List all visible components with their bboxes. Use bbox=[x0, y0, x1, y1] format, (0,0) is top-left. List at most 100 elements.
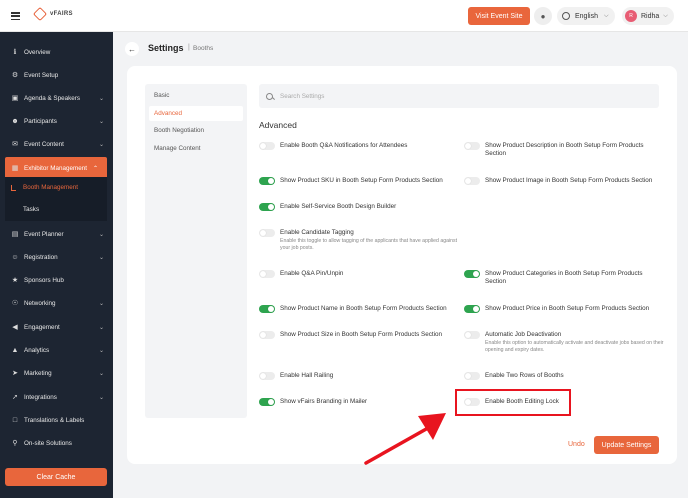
toggle-switch[interactable] bbox=[259, 331, 275, 339]
annotation-highlight-box bbox=[455, 389, 571, 416]
sidebar-item-registration[interactable]: ☺ Registration ⌄ bbox=[0, 246, 113, 268]
setting-label: Enable Hall Railing bbox=[280, 372, 334, 379]
language-label: English bbox=[575, 12, 598, 20]
tab-manage-content[interactable]: Manage Content bbox=[154, 145, 201, 152]
sidebar-item-event-content[interactable]: ✉ Event Content ⌄ bbox=[0, 133, 113, 155]
sidebar-item-integrations[interactable]: ➚ Integrations ⌄ bbox=[0, 386, 113, 408]
toggle-switch[interactable] bbox=[464, 270, 480, 278]
search-input[interactable] bbox=[280, 92, 580, 100]
user-menu[interactable]: R Ridha ⌵ bbox=[622, 7, 674, 25]
setting-label: Show Product Categories in Booth Setup F… bbox=[485, 270, 643, 286]
toggle-switch[interactable] bbox=[259, 398, 275, 406]
breadcrumb: Booths bbox=[193, 45, 214, 52]
sidebar-item-analytics[interactable]: ▲ Analytics ⌄ bbox=[0, 339, 113, 361]
setting-description: Enable this option to automatically acti… bbox=[485, 340, 664, 353]
page-title: Settings bbox=[148, 43, 184, 53]
sidebar-item-overview[interactable]: ℹ Overview bbox=[0, 41, 113, 63]
setting-label: Enable Booth Q&A Notifications for Atten… bbox=[280, 142, 408, 149]
tab-advanced[interactable]: Advanced bbox=[149, 106, 243, 121]
user-name: Ridha bbox=[641, 12, 660, 20]
language-selector[interactable]: English ⌵ bbox=[557, 7, 615, 25]
back-arrow-icon[interactable]: ← bbox=[125, 42, 139, 56]
sidebar: ℹ Overview ⚙ Event Setup ▣ Agenda & Spea… bbox=[0, 32, 113, 498]
sidebar-item-engagement[interactable]: ◀ Engagement ⌄ bbox=[0, 316, 113, 338]
sidebar-item-sponsors-hub[interactable]: ★ Sponsors Hub bbox=[0, 269, 113, 291]
setting-label: Enable Candidate Tagging bbox=[280, 229, 354, 236]
sidebar-item-label: Agenda & Speakers bbox=[24, 94, 81, 102]
logo-mark-icon bbox=[32, 6, 48, 22]
tab-booth-negotiation[interactable]: Booth Negotiation bbox=[154, 127, 204, 134]
planner-icon: ▤ bbox=[11, 231, 19, 238]
sidebar-item-event-planner[interactable]: ▤ Event Planner ⌄ bbox=[0, 223, 113, 245]
sidebar-item-label: Event Content bbox=[24, 140, 64, 148]
sidebar-item-label: Registration bbox=[24, 253, 58, 261]
chevron-down-icon: ⌄ bbox=[98, 370, 104, 377]
toggle-switch[interactable] bbox=[259, 305, 275, 313]
toggle-switch[interactable] bbox=[259, 177, 275, 185]
clear-cache-button[interactable]: Clear Cache bbox=[5, 468, 107, 486]
sidebar-item-label: Translations & Labels bbox=[24, 416, 85, 424]
sidebar-item-label: Integrations bbox=[24, 393, 57, 401]
toggle-switch[interactable] bbox=[464, 177, 480, 185]
chevron-down-icon: ⌄ bbox=[98, 347, 104, 354]
toggle-switch[interactable] bbox=[259, 142, 275, 150]
sidebar-item-networking[interactable]: ☉ Networking ⌄ bbox=[0, 292, 113, 314]
chevron-down-icon: ⌄ bbox=[98, 141, 104, 148]
sidebar-item-onsite-solutions[interactable]: ⚲ On-site Solutions bbox=[0, 432, 113, 454]
sidebar-item-label: Overview bbox=[24, 48, 51, 56]
setting-label: Enable Q&A Pin/Unpin bbox=[280, 270, 344, 277]
hamburger-menu-icon[interactable] bbox=[11, 12, 20, 21]
toggle-switch[interactable] bbox=[259, 229, 275, 237]
sponsors-icon: ★ bbox=[11, 277, 19, 284]
setting-label: Show vFairs Branding in Mailer bbox=[280, 398, 368, 405]
undo-button[interactable]: Undo bbox=[568, 441, 585, 448]
sidebar-item-exhibitor-management[interactable]: ▦ Exhibitor Management ⌃ bbox=[5, 157, 107, 179]
user-plus-icon: ☺ bbox=[11, 253, 19, 261]
sidebar-item-marketing[interactable]: ➤ Marketing ⌄ bbox=[0, 362, 113, 384]
chevron-down-icon: ⌄ bbox=[98, 300, 104, 307]
toggle-switch[interactable] bbox=[464, 331, 480, 339]
submenu-item-booth-management[interactable]: Booth Management bbox=[23, 184, 78, 191]
chevron-down-icon: ⌄ bbox=[98, 231, 104, 238]
sidebar-item-agenda-speakers[interactable]: ▣ Agenda & Speakers ⌄ bbox=[0, 87, 113, 109]
network-icon: ☉ bbox=[11, 300, 19, 307]
sidebar-item-translations-labels[interactable]: □ Translations & Labels bbox=[0, 409, 113, 431]
top-bar: vFAIRS Visit Event Site ● English ⌵ R Ri… bbox=[0, 0, 688, 32]
info-icon: ℹ bbox=[13, 49, 17, 56]
setting-label: Enable Self-Service Booth Design Builder bbox=[280, 203, 397, 210]
setting-label: Automatic Job Deactivation bbox=[485, 331, 562, 338]
breadcrumb-separator: | bbox=[188, 44, 190, 51]
update-settings-button[interactable]: Update Settings bbox=[594, 436, 659, 454]
lightbulb-icon[interactable]: ● bbox=[534, 7, 552, 25]
mail-icon: ✉ bbox=[12, 141, 18, 148]
search-bar[interactable] bbox=[259, 84, 659, 108]
sidebar-item-label: Event Setup bbox=[24, 71, 59, 79]
translate-icon: □ bbox=[12, 416, 18, 424]
people-icon: ☻ bbox=[11, 117, 19, 125]
pin-icon: ⚲ bbox=[12, 440, 18, 447]
chevron-down-icon: ⌄ bbox=[98, 324, 104, 331]
tab-basic[interactable]: Basic bbox=[154, 92, 169, 99]
visit-event-site-button[interactable]: Visit Event Site bbox=[468, 7, 530, 25]
gear-icon: ⚙ bbox=[11, 72, 19, 79]
setting-label: Show Product Price in Booth Setup Form P… bbox=[485, 305, 650, 312]
toggle-switch[interactable] bbox=[464, 305, 480, 313]
send-icon: ➤ bbox=[12, 370, 18, 377]
toggle-switch[interactable] bbox=[464, 142, 480, 150]
toggle-switch[interactable] bbox=[259, 372, 275, 380]
toggle-switch[interactable] bbox=[259, 203, 275, 211]
rocket-icon: ➚ bbox=[12, 394, 18, 401]
setting-label: Show Product Description in Booth Setup … bbox=[485, 142, 644, 158]
sidebar-item-label: Event Planner bbox=[24, 230, 64, 238]
sidebar-item-participants[interactable]: ☻ Participants ⌄ bbox=[0, 110, 113, 132]
toggle-switch[interactable] bbox=[464, 372, 480, 380]
sidebar-item-label: Engagement bbox=[24, 323, 60, 331]
logo[interactable]: vFAIRS bbox=[32, 6, 73, 22]
chevron-down-icon: ⌄ bbox=[98, 394, 104, 401]
chevron-down-icon: ⌄ bbox=[98, 254, 104, 261]
search-icon bbox=[266, 92, 273, 100]
megaphone-icon: ◀ bbox=[12, 324, 18, 331]
toggle-switch[interactable] bbox=[259, 270, 275, 278]
submenu-item-tasks[interactable]: Tasks bbox=[23, 206, 39, 213]
sidebar-item-event-setup[interactable]: ⚙ Event Setup bbox=[0, 64, 113, 86]
